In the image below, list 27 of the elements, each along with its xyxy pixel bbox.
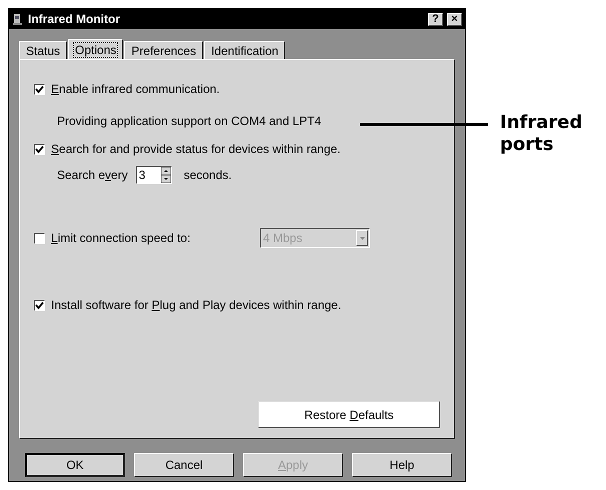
option-label: Search for and provide status for devices within range.: [51, 142, 340, 156]
ports-text: Providing application support on COM4 and LPT4: [57, 114, 322, 128]
help-button[interactable]: ?: [428, 12, 443, 26]
dialog-button[interactable]: Help: [352, 453, 452, 477]
tab[interactable]: Identification: [204, 41, 286, 59]
dialog-button[interactable]: Cancel: [134, 453, 234, 477]
option-label: Limit connection speed to:: [51, 231, 190, 245]
dialog-button[interactable]: OK: [25, 453, 125, 477]
tab[interactable]: Options: [68, 39, 124, 59]
checkbox[interactable]: [34, 144, 45, 154]
monitor-icon: [12, 12, 24, 26]
restore-defaults-button[interactable]: Restore Defaults: [258, 401, 440, 428]
tab[interactable]: Status: [19, 41, 68, 59]
tab[interactable]: Preferences: [124, 41, 204, 59]
option-label: Install software for Plug and Play devices within range.: [51, 298, 342, 312]
checkbox[interactable]: [34, 84, 45, 94]
window-title: Infrared Monitor: [28, 12, 121, 26]
option-label: Search every: [57, 168, 128, 182]
callout-label: Infrared ports: [500, 112, 584, 156]
unit-label: seconds.: [184, 168, 232, 182]
option-label: Enable infrared communication.: [51, 82, 220, 96]
spin-up-icon[interactable]: [160, 167, 171, 175]
caret-icon: [360, 236, 364, 240]
checkbox[interactable]: [34, 300, 45, 310]
close-button[interactable]: ×: [447, 12, 462, 26]
interval-spinner[interactable]: 3: [136, 166, 172, 184]
spin-down-icon[interactable]: [160, 175, 171, 183]
